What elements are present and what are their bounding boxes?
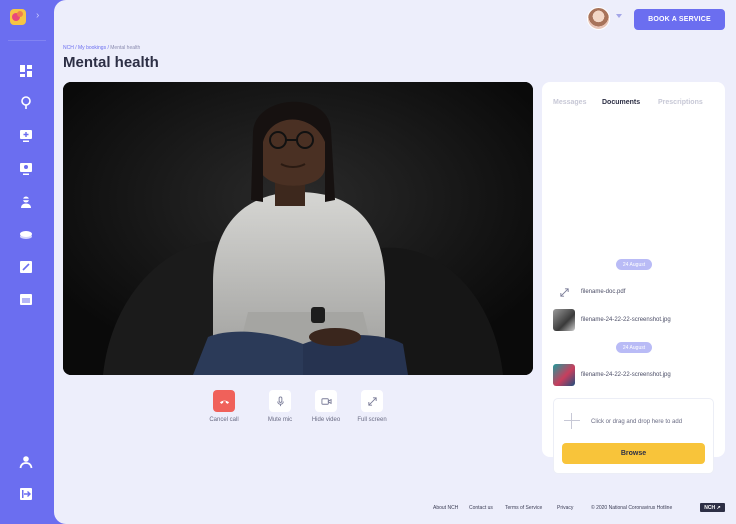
mute-mic-button[interactable] bbox=[269, 390, 291, 412]
footer-link-contact[interactable]: Contact us bbox=[469, 505, 493, 511]
user-profile-icon[interactable] bbox=[19, 455, 33, 469]
doctor-icon[interactable] bbox=[19, 195, 33, 209]
hide-video-control: Hide video bbox=[306, 390, 346, 423]
file-item[interactable]: filename-24-22-22-screenshot.jpg bbox=[553, 364, 671, 386]
date-badge: 24 August bbox=[616, 259, 652, 270]
calendar-icon[interactable] bbox=[19, 292, 33, 306]
file-item[interactable]: filename-24-22-22-screenshot.jpg bbox=[553, 309, 671, 331]
footer-link-terms[interactable]: Terms of Service bbox=[505, 505, 542, 511]
footer-copyright: © 2020 National Coronavirus Hotline bbox=[591, 505, 673, 511]
hang-up-icon bbox=[219, 400, 229, 404]
video-consult-icon[interactable] bbox=[19, 162, 33, 176]
video-camera-icon bbox=[320, 397, 332, 405]
book-service-button[interactable]: BOOK A SERVICE bbox=[634, 9, 725, 30]
cancel-call-button[interactable] bbox=[213, 390, 235, 412]
expand-icon bbox=[553, 281, 575, 303]
tab-prescriptions[interactable]: Prescriptions bbox=[658, 99, 703, 106]
file-dropzone[interactable]: Click or drag and drop here to add Brows… bbox=[553, 398, 714, 474]
control-label: Full screen bbox=[357, 417, 387, 423]
dropzone-text: Click or drag and drop here to add bbox=[591, 419, 683, 425]
date-badge: 24 August bbox=[616, 342, 652, 353]
tab-documents[interactable]: Documents bbox=[602, 99, 640, 106]
footer-link-privacy[interactable]: Privacy bbox=[557, 505, 573, 511]
chevron-right-icon[interactable]: › bbox=[36, 10, 39, 21]
main-content: BOOK A SERVICE NCH / My bookings / Menta… bbox=[54, 0, 736, 524]
expand-icon bbox=[367, 396, 377, 406]
prescription-icon[interactable] bbox=[19, 260, 33, 274]
sidebar: › bbox=[0, 0, 54, 524]
dashboard-icon[interactable] bbox=[19, 64, 33, 78]
app-logo[interactable] bbox=[10, 9, 26, 25]
page-title: Mental health bbox=[63, 54, 159, 71]
full-screen-control: Full screen bbox=[352, 390, 392, 423]
microphone-icon bbox=[276, 395, 284, 406]
video-frame bbox=[63, 82, 533, 375]
file-name: filename-24-22-22-screenshot.jpg bbox=[581, 317, 671, 323]
logout-icon[interactable] bbox=[19, 487, 33, 501]
plus-icon bbox=[564, 413, 580, 429]
breadcrumb: NCH / My bookings / Mental health bbox=[63, 45, 141, 51]
pills-icon[interactable] bbox=[19, 228, 33, 242]
image-thumbnail bbox=[553, 309, 575, 331]
avatar[interactable] bbox=[587, 7, 610, 30]
tab-messages[interactable]: Messages bbox=[553, 99, 586, 106]
full-screen-button[interactable] bbox=[361, 390, 383, 412]
browse-button[interactable]: Browse bbox=[562, 443, 705, 464]
chevron-down-icon[interactable] bbox=[616, 14, 622, 18]
control-label: Hide video bbox=[311, 417, 341, 423]
file-name: filename-doc.pdf bbox=[581, 289, 626, 295]
image-thumbnail bbox=[553, 364, 575, 386]
breadcrumb-item[interactable]: My bookings bbox=[78, 45, 106, 51]
mute-mic-control: Mute mic bbox=[260, 390, 300, 423]
cancel-call-control: Cancel call bbox=[204, 390, 244, 423]
control-label: Mute mic bbox=[267, 417, 293, 423]
hide-video-button[interactable] bbox=[315, 390, 337, 412]
nch-badge[interactable]: NCH ↗ bbox=[700, 503, 725, 512]
video-feed[interactable] bbox=[63, 82, 533, 375]
documents-panel: Messages Documents Prescriptions 24 Augu… bbox=[542, 82, 725, 474]
medical-monitor-icon[interactable] bbox=[19, 129, 33, 143]
location-pin-icon[interactable] bbox=[19, 96, 33, 110]
breadcrumb-item[interactable]: NCH bbox=[63, 45, 74, 51]
file-item[interactable]: filename-doc.pdf bbox=[553, 281, 625, 303]
control-label: Cancel call bbox=[209, 417, 239, 423]
footer-link-about[interactable]: About NCH bbox=[433, 505, 458, 511]
breadcrumb-current: Mental health bbox=[110, 45, 141, 51]
sidebar-divider bbox=[8, 40, 46, 41]
file-name: filename-24-22-22-screenshot.jpg bbox=[581, 372, 671, 378]
